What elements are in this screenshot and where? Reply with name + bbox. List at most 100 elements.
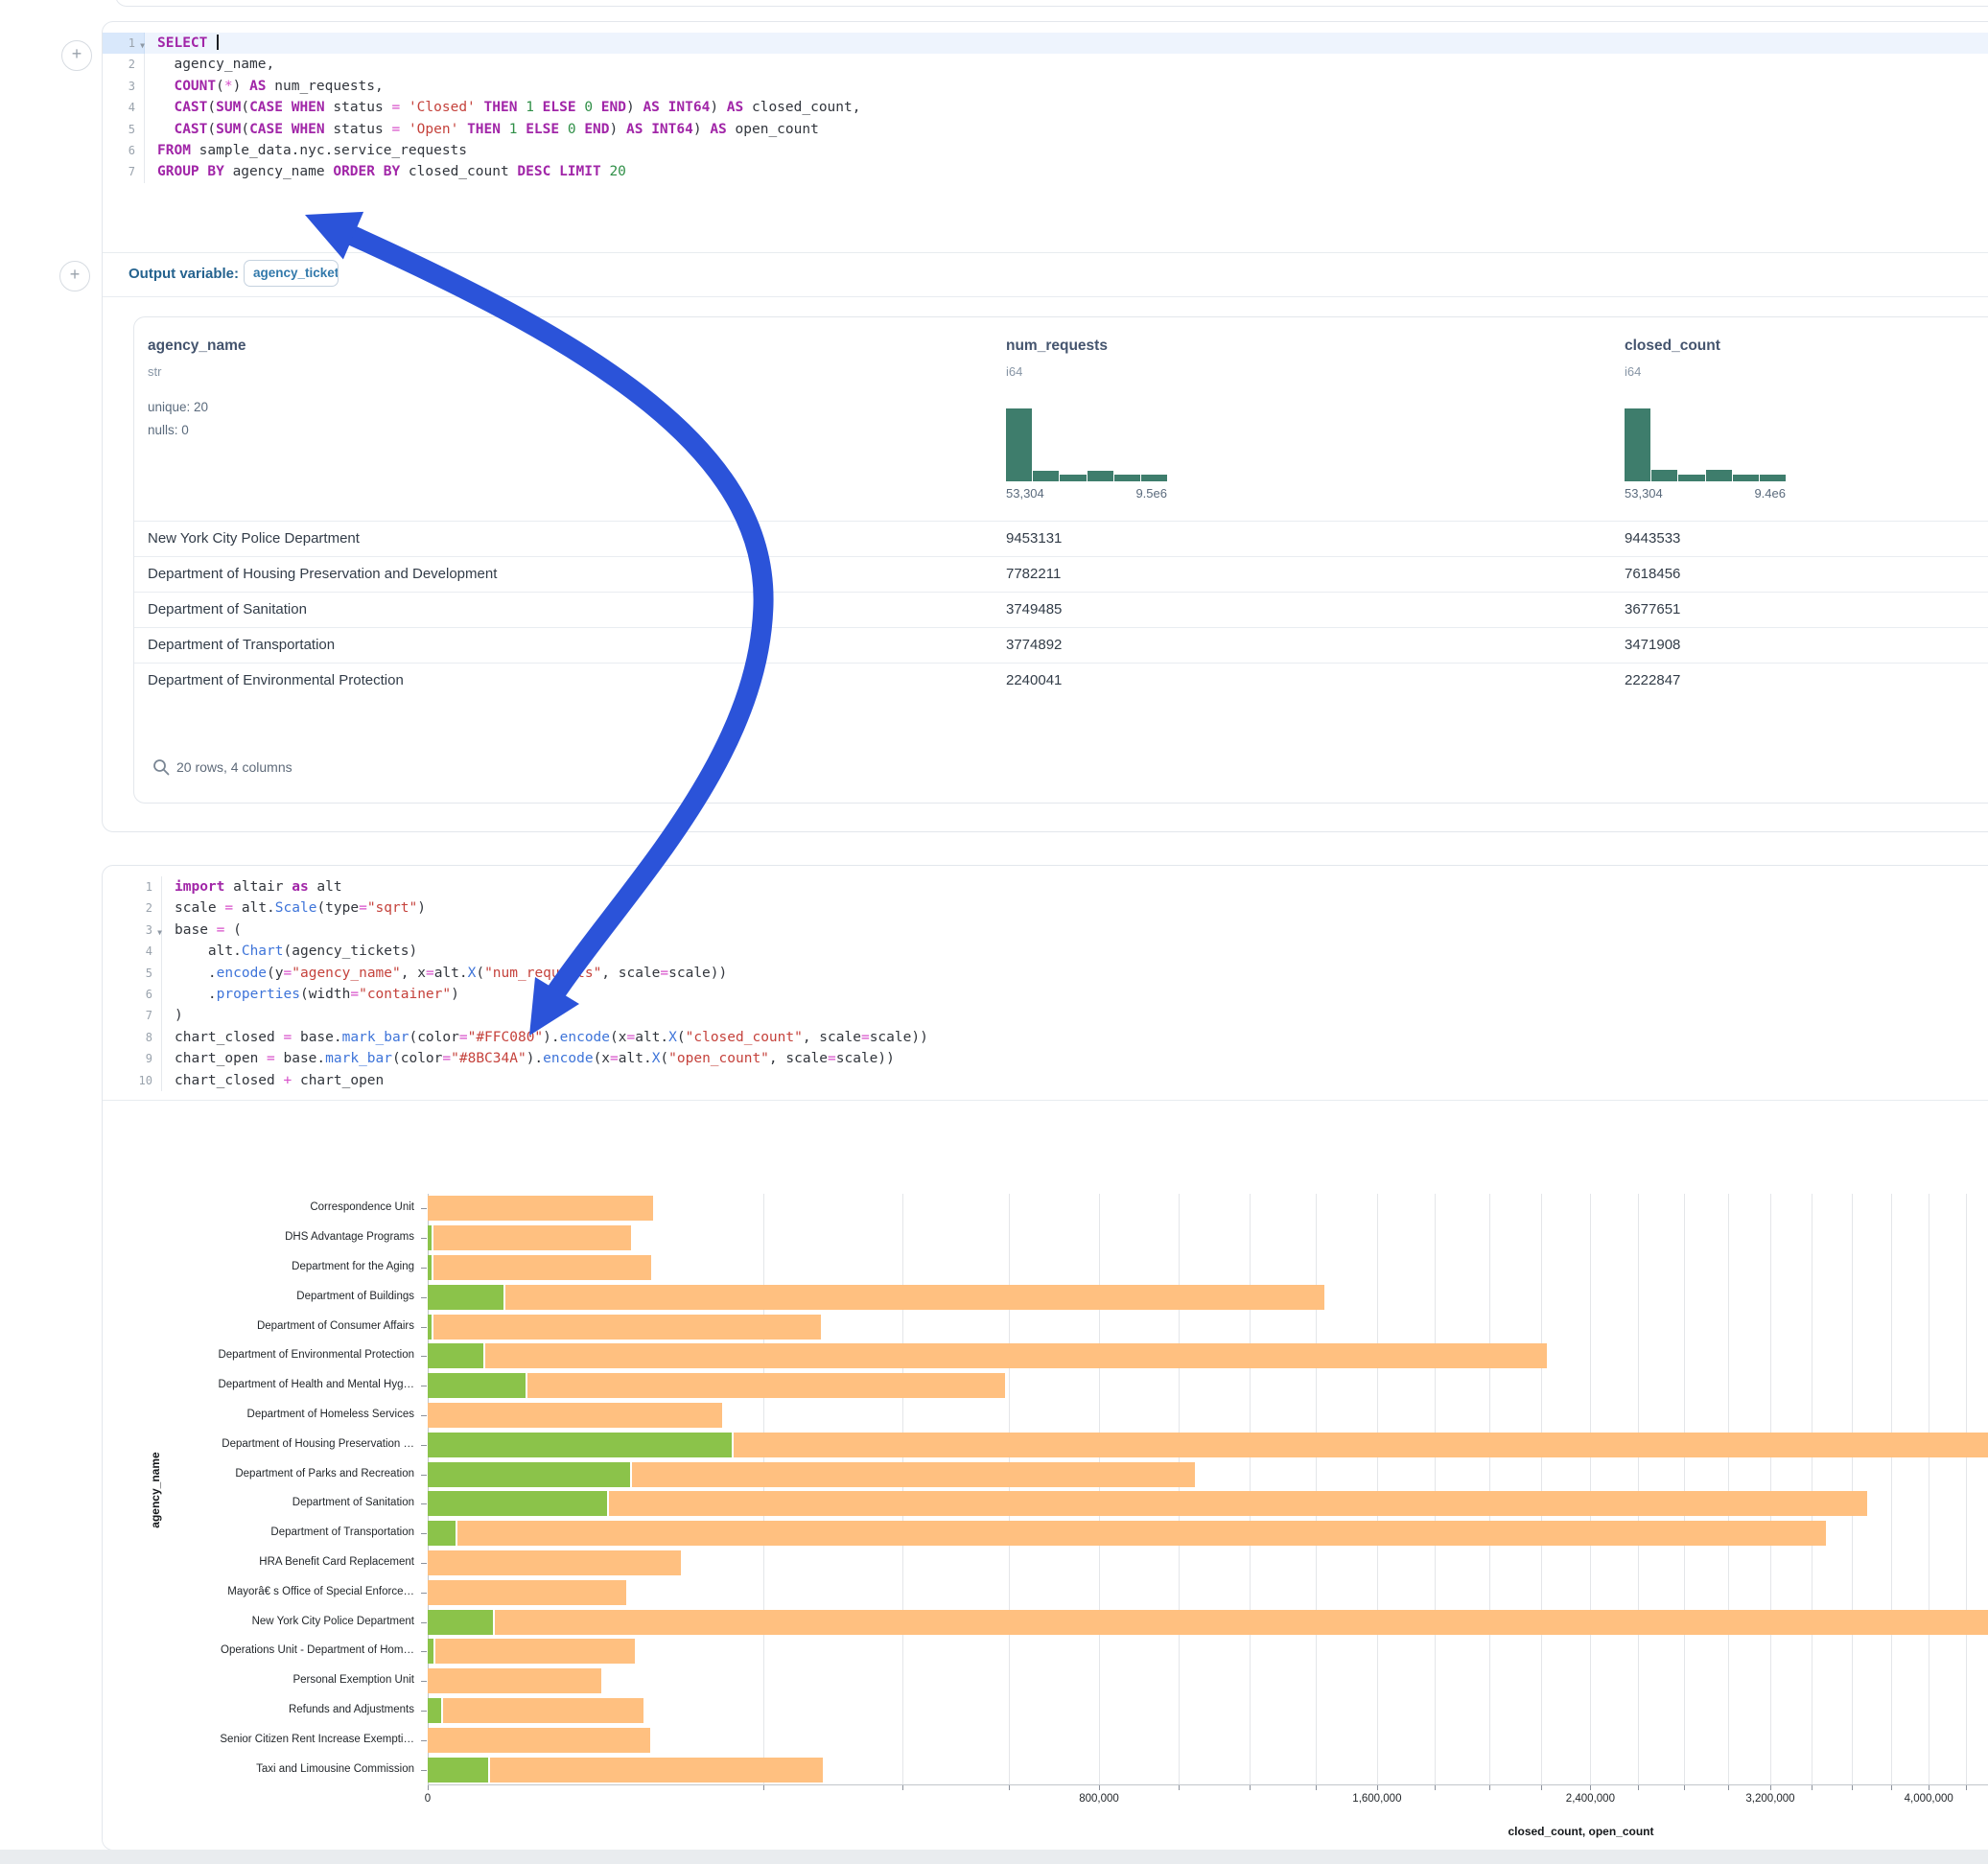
gridline — [1316, 1194, 1317, 1784]
x-axis-tick — [1435, 1785, 1436, 1790]
code-line[interactable]: 3 COUNT(*) AS num_requests, — [103, 76, 1988, 97]
gridline — [1009, 1194, 1010, 1784]
chart-x-axis-line — [428, 1784, 1988, 1785]
code-line[interactable]: 6 .properties(width="container") — [103, 984, 1988, 1005]
table-row[interactable]: Department of Housing Preservation and D… — [134, 556, 1988, 593]
histogram-bar — [1033, 471, 1059, 481]
previous-cell-bottom-edge — [115, 0, 1988, 7]
open-count-bar — [428, 1639, 435, 1664]
dataframe-preview-table: agency_name str unique: 20 nulls: 0 num_… — [133, 316, 1988, 804]
code-line[interactable]: 8chart_closed = base.mark_bar(color="#FF… — [103, 1027, 1988, 1048]
open-count-bar — [428, 1610, 495, 1635]
open-count-bar — [428, 1255, 433, 1280]
hist-max-label: 9.4e6 — [1625, 486, 1786, 501]
page-bottom-gutter — [0, 1850, 1988, 1864]
line-number: 3▼ — [103, 920, 162, 941]
x-axis-tick — [902, 1785, 903, 1790]
closed-count-bar — [428, 1639, 635, 1664]
x-axis-tick — [1728, 1785, 1729, 1790]
num-requests-histogram — [1006, 408, 1167, 481]
code-line[interactable]: 1import altair as alt — [103, 876, 1988, 897]
x-axis-label: 1,600,000 — [1352, 1793, 1401, 1805]
table-row[interactable]: Department of Sanitation37494853677651 — [134, 592, 1988, 628]
y-axis-tick — [421, 1268, 427, 1269]
x-axis-label: 2,400,000 — [1566, 1793, 1615, 1805]
x-axis-tick — [763, 1785, 764, 1790]
chart-y-axis-line — [428, 1194, 429, 1784]
x-axis-tick — [1852, 1785, 1853, 1790]
open-count-bar — [428, 1758, 490, 1782]
output-variable-pill[interactable]: agency_tickets — [244, 260, 339, 287]
y-axis-tick — [421, 1238, 427, 1239]
cell-agency-name: Department of Sanitation — [148, 601, 307, 617]
gridline — [1929, 1194, 1930, 1784]
cell-closed-count: 2222847 — [1625, 672, 1680, 688]
gridline — [1489, 1194, 1490, 1784]
closed-count-histogram — [1625, 408, 1786, 481]
gridline — [1541, 1194, 1542, 1784]
add-cell-button-output[interactable]: + — [59, 261, 90, 291]
x-axis-tick — [1590, 1785, 1591, 1790]
python-code-editor[interactable]: 1import altair as alt2scale = alt.Scale(… — [103, 866, 1988, 1091]
y-axis-tick — [421, 1415, 427, 1416]
hist-max-label: 9.5e6 — [1006, 486, 1167, 501]
y-axis-tick — [421, 1533, 427, 1534]
code-line[interactable]: 4 CAST(SUM(CASE WHEN status = 'Closed' T… — [103, 97, 1988, 118]
sql-code-editor[interactable]: 1▼SELECT 2 agency_name,3 COUNT(*) AS num… — [103, 22, 1988, 183]
x-axis-tick — [1812, 1785, 1813, 1790]
add-cell-button-top[interactable]: + — [61, 40, 92, 71]
histogram-bar — [1088, 471, 1113, 481]
cell-num-requests: 7782211 — [1006, 566, 1061, 582]
y-axis-tick — [421, 1622, 427, 1623]
code-line[interactable]: 4 alt.Chart(agency_tickets) — [103, 941, 1988, 962]
x-axis-tick — [428, 1785, 429, 1790]
line-number: 8 — [103, 1027, 162, 1048]
closed-count-bar — [428, 1491, 1867, 1516]
gridline — [1590, 1194, 1591, 1784]
code-line[interactable]: 10chart_closed + chart_open — [103, 1070, 1988, 1091]
gridline — [1812, 1194, 1813, 1784]
x-axis-label: 3,200,000 — [1745, 1793, 1794, 1805]
code-line[interactable]: 7GROUP BY agency_name ORDER BY closed_co… — [103, 161, 1988, 182]
closed-count-bar — [428, 1285, 1324, 1310]
code-line[interactable]: 5 CAST(SUM(CASE WHEN status = 'Open' THE… — [103, 119, 1988, 140]
open-count-bar — [428, 1521, 457, 1546]
closed-count-bar — [428, 1225, 631, 1250]
code-line[interactable]: 3▼base = ( — [103, 920, 1988, 941]
x-axis-label: 800,000 — [1079, 1793, 1119, 1805]
code-line[interactable]: 1▼SELECT — [103, 33, 1988, 54]
line-number: 10 — [103, 1070, 162, 1091]
code-line[interactable]: 7) — [103, 1005, 1988, 1026]
open-count-bar — [428, 1373, 527, 1398]
closed-count-bar — [428, 1196, 653, 1221]
open-count-bar — [428, 1343, 485, 1368]
search-icon[interactable] — [152, 757, 171, 777]
y-axis-tick — [421, 1563, 427, 1564]
closed-count-bar — [428, 1315, 821, 1340]
y-axis-tick — [421, 1770, 427, 1771]
gridline — [1638, 1194, 1639, 1784]
notebook-page: + + 1▼SELECT 2 agency_name,3 COUNT(*) AS… — [0, 0, 1988, 1864]
cell-num-requests: 9453131 — [1006, 530, 1062, 547]
line-number: 2 — [103, 54, 145, 75]
code-line[interactable]: 6FROM sample_data.nyc.service_requests — [103, 140, 1988, 161]
line-number: 6 — [103, 984, 162, 1005]
table-row[interactable]: Department of Transportation377489234719… — [134, 627, 1988, 664]
gridline — [1891, 1194, 1892, 1784]
histogram-bar — [1678, 475, 1704, 481]
closed-count-bar — [428, 1550, 681, 1575]
gridline — [1179, 1194, 1180, 1784]
code-line[interactable]: 5 .encode(y="agency_name", x=alt.X("num_… — [103, 963, 1988, 984]
chart-y-axis-title: agency_name — [149, 1195, 162, 1785]
table-row[interactable]: New York City Police Department945313194… — [134, 521, 1988, 557]
code-line[interactable]: 9chart_open = base.mark_bar(color="#8BC3… — [103, 1048, 1988, 1069]
line-number: 4 — [103, 941, 162, 962]
x-axis-tick — [1250, 1785, 1251, 1790]
code-line[interactable]: 2 agency_name, — [103, 54, 1988, 75]
y-axis-tick — [421, 1356, 427, 1357]
closed-count-bar — [428, 1610, 1988, 1635]
table-row[interactable]: Department of Environmental Protection22… — [134, 663, 1988, 699]
gridline — [1684, 1194, 1685, 1784]
code-line[interactable]: 2scale = alt.Scale(type="sqrt") — [103, 897, 1988, 919]
line-number: 2 — [103, 897, 162, 919]
